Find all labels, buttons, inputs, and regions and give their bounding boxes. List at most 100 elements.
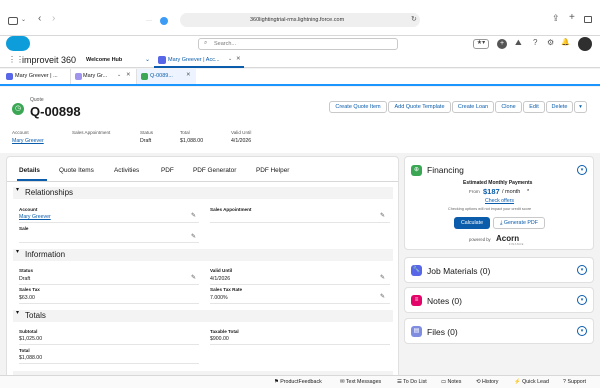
utility-to-do-list-label: To Do List bbox=[403, 379, 427, 385]
utility-notes[interactable]: ▭ Notes bbox=[441, 379, 461, 385]
close-icon[interactable]: ✕ bbox=[126, 72, 131, 79]
edit-button[interactable]: Edit bbox=[523, 101, 545, 113]
nav-tab-account[interactable]: Mary Greever | Acc... ⌄ ✕ bbox=[154, 53, 244, 68]
monthly-amount: $187 bbox=[483, 187, 500, 196]
edit-pencil-icon[interactable]: ✎ bbox=[191, 212, 196, 219]
files-title[interactable]: Files (0) bbox=[427, 327, 458, 337]
help-icon: ? bbox=[563, 379, 566, 385]
utility-to-do-list[interactable]: ☰ To Do List bbox=[397, 379, 427, 385]
nav-tab-welcome-hub[interactable]: Welcome Hub bbox=[86, 57, 122, 63]
financing-menu-chevron-icon[interactable]: ▾ bbox=[577, 165, 587, 175]
subtab-account-label: Mary Greever | ... bbox=[15, 73, 58, 79]
share-icon[interactable]: ⇪ bbox=[552, 14, 560, 23]
section-relationships[interactable]: ▾ Relationships bbox=[13, 187, 393, 199]
chevron-down-icon[interactable]: ⌄ bbox=[117, 73, 121, 78]
gear-icon[interactable]: ⚙ bbox=[547, 39, 554, 47]
files-chevron-icon[interactable]: ▾ bbox=[577, 326, 587, 336]
close-icon[interactable]: ✕ bbox=[186, 72, 191, 79]
close-icon[interactable]: ✕ bbox=[236, 56, 241, 63]
edit-pencil-icon[interactable]: ✎ bbox=[380, 274, 385, 281]
create-loan-button[interactable]: Create Loan bbox=[452, 101, 494, 113]
tab-overview-icon[interactable] bbox=[584, 16, 592, 23]
utility-support[interactable]: ? Support bbox=[563, 379, 586, 385]
utility-notes-label: Notes bbox=[447, 379, 462, 385]
record-object-label: Quote bbox=[30, 97, 44, 103]
section-relationships-title: Relationships bbox=[25, 188, 74, 197]
job-materials-chevron-icon[interactable]: ▾ bbox=[577, 265, 587, 275]
url-text[interactable]: 360lightingtrial-rms.lightning.force.com bbox=[250, 17, 344, 23]
tab-quote-items[interactable]: Quote Items bbox=[59, 167, 94, 174]
sidebar-toggle-icon[interactable] bbox=[8, 17, 18, 25]
app-nav-bar: ⋮⋮ improveit 360 Welcome Hub ⌄ Mary Gree… bbox=[0, 53, 600, 68]
section-totals[interactable]: ▾ Totals bbox=[13, 310, 393, 322]
clone-button[interactable]: Clone bbox=[495, 101, 522, 113]
files-card: ▤ Files (0) ▾ bbox=[404, 318, 594, 344]
notes-icon: ≡ bbox=[411, 295, 422, 306]
tab-pdf[interactable]: PDF bbox=[161, 167, 174, 174]
back-icon[interactable]: ‹ bbox=[38, 14, 41, 24]
tab-pdf-generator[interactable]: PDF Generator bbox=[193, 167, 236, 174]
subtab-account[interactable]: Mary Greever | ... bbox=[0, 69, 70, 84]
delete-button[interactable]: Delete bbox=[546, 101, 573, 113]
shield-icon[interactable] bbox=[160, 17, 168, 25]
edit-pencil-icon[interactable]: ✎ bbox=[380, 293, 385, 300]
credit-note: Checking options will not impact your cr… bbox=[448, 207, 532, 211]
utility-product-feedback[interactable]: ⚑ ProductFeedback bbox=[274, 379, 322, 385]
favorites-icon[interactable]: ★▾ bbox=[473, 39, 489, 49]
calculate-label: Calculate bbox=[460, 220, 484, 226]
edit-label: Edit bbox=[529, 104, 539, 110]
chevron-down-icon: ▾ bbox=[579, 104, 582, 110]
notes-title[interactable]: Notes (0) bbox=[427, 296, 462, 306]
section-information[interactable]: ▾ Information bbox=[13, 249, 393, 261]
megaphone-icon: ⚑ bbox=[274, 379, 279, 385]
account-icon bbox=[158, 56, 166, 64]
calculate-button[interactable]: Calculate bbox=[454, 217, 490, 229]
utility-quick-lead[interactable]: ⚡ Quick Lead bbox=[514, 379, 549, 385]
tab-pdf-helper[interactable]: PDF Helper bbox=[256, 167, 289, 174]
check-offers-link[interactable]: Check offers bbox=[485, 198, 514, 204]
edit-pencil-icon[interactable]: ✎ bbox=[380, 212, 385, 219]
valid-until-field-value: 4/1/2026 bbox=[210, 276, 231, 282]
subtotal-field-value: $1,025.00 bbox=[19, 336, 43, 342]
chevron-down-icon[interactable]: ⌄ bbox=[21, 17, 26, 23]
more-actions-button[interactable]: ▾ bbox=[574, 101, 587, 113]
chevron-down-icon[interactable]: ⌄ bbox=[228, 57, 232, 62]
forward-icon[interactable]: › bbox=[52, 14, 55, 24]
subtab-contact-label: Mary Gr... bbox=[83, 73, 108, 79]
edit-pencil-icon[interactable]: ✎ bbox=[191, 274, 196, 281]
add-quote-template-button[interactable]: Add Quote Template bbox=[388, 101, 451, 113]
acorn-logo: Acorn bbox=[496, 234, 520, 243]
add-icon[interactable]: + bbox=[497, 39, 507, 49]
generate-pdf-button[interactable]: ⤓ Generate PDF bbox=[493, 217, 545, 229]
notes-chevron-icon[interactable]: ▾ bbox=[577, 295, 587, 305]
tab-dots: ··· bbox=[146, 18, 152, 24]
nav-menu-chevron-icon[interactable]: ⌄ bbox=[145, 57, 150, 63]
tab-activities[interactable]: Activities bbox=[114, 167, 139, 174]
highlight-account-value[interactable]: Mary Greever bbox=[12, 138, 44, 144]
salesforce-logo-icon[interactable] bbox=[6, 36, 30, 51]
create-quote-item-button[interactable]: Create Quote Item bbox=[329, 101, 387, 113]
avatar[interactable] bbox=[578, 37, 592, 51]
trailhead-icon[interactable]: ⛰ bbox=[515, 39, 522, 47]
utility-text-messages-label: Text Messages bbox=[345, 379, 382, 385]
help-icon[interactable]: ? bbox=[533, 39, 537, 47]
utility-support-label: Support bbox=[567, 379, 586, 385]
clone-label: Clone bbox=[501, 104, 516, 110]
utility-text-messages[interactable]: ✉ Text Messages bbox=[340, 379, 381, 385]
app-name: improveit 360 bbox=[22, 55, 77, 65]
job-materials-title[interactable]: Job Materials (0) bbox=[427, 266, 490, 276]
utility-history[interactable]: ⟲ History bbox=[476, 379, 498, 385]
subtab-contact[interactable]: Mary Gr... ⌄ ✕ bbox=[70, 69, 136, 84]
bell-icon[interactable]: 🔔 bbox=[561, 39, 570, 46]
download-icon: ⤓ bbox=[500, 220, 503, 226]
tab-details[interactable]: Details bbox=[19, 167, 40, 174]
section-totals-title: Totals bbox=[25, 311, 46, 320]
subtab-quote[interactable]: Q-0089... ✕ bbox=[136, 69, 196, 84]
global-header: ⌕ Search... ★▾ + ⛰ ? ⚙ 🔔 bbox=[0, 36, 600, 53]
new-tab-icon[interactable]: + bbox=[569, 13, 575, 23]
edit-pencil-icon[interactable]: ✎ bbox=[191, 233, 196, 240]
utility-quick-lead-label: Quick Lead bbox=[522, 379, 549, 385]
reload-icon[interactable]: ↻ bbox=[411, 16, 417, 23]
search-input[interactable]: Search... bbox=[214, 41, 236, 47]
account-field-value[interactable]: Mary Greever bbox=[19, 214, 51, 220]
